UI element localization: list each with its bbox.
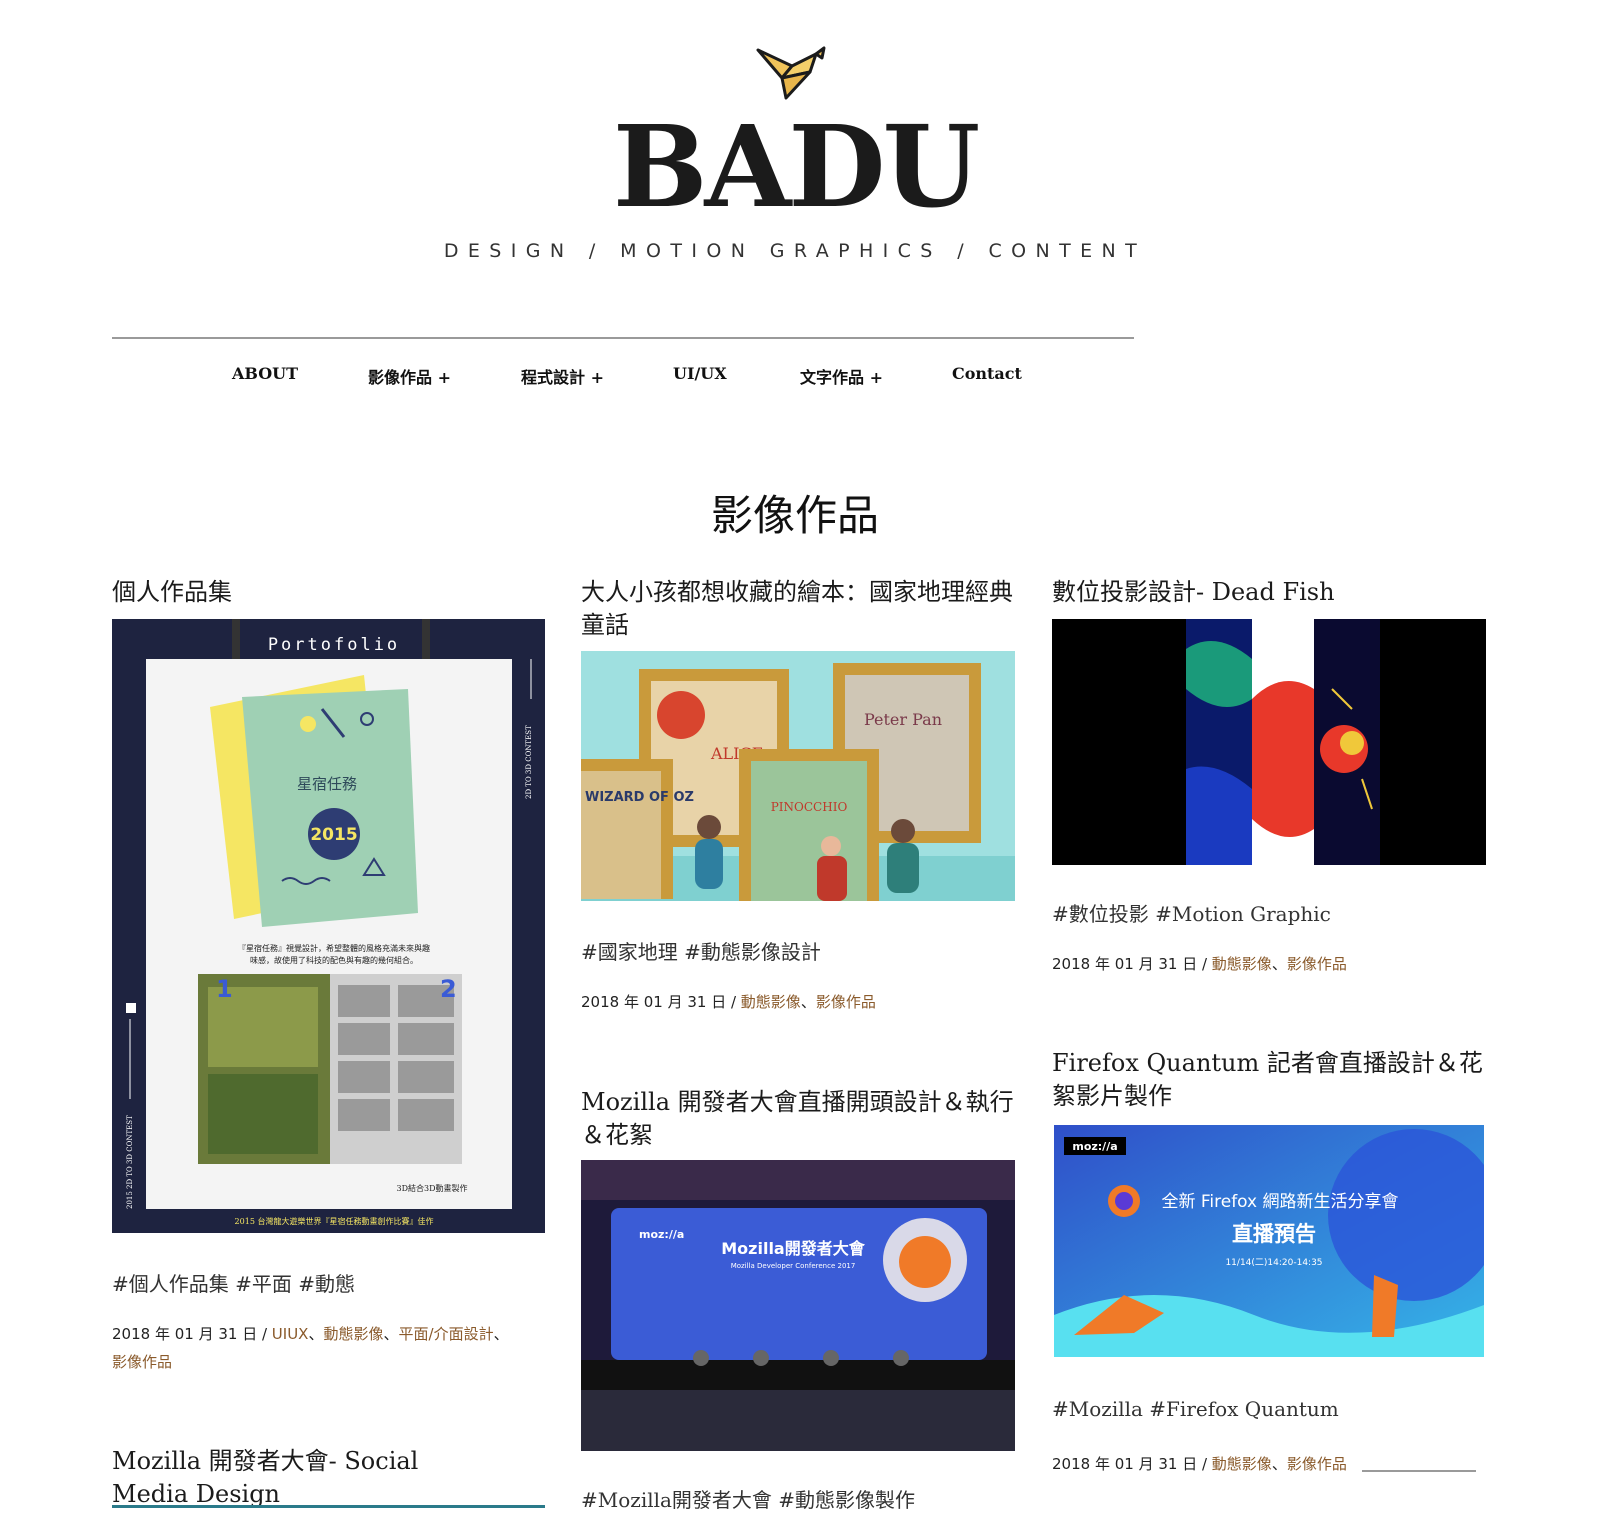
firefox-subheadline: 直播預告 [1232, 1222, 1316, 1246]
header-divider [112, 337, 1134, 339]
post-thumbnail-mozilla-devcon[interactable]: moz://a Mozilla開發者大會 Mozilla Developer C… [581, 1160, 1015, 1451]
category-link-video[interactable]: 影像作品 [1287, 955, 1347, 973]
book-peter-pan: Peter Pan [864, 710, 942, 729]
meta-separator: / [1197, 1455, 1212, 1473]
post-date: 2018 年 01 月 31 日 [581, 993, 727, 1011]
portfolio-caption-1: 『星宿任務』視覺設計，希望整體的風格充滿未來與趣 [238, 943, 430, 953]
site-brand[interactable]: BADU [0, 108, 1590, 228]
mozilla-brand: moz://a [1072, 1140, 1117, 1153]
category-link-video[interactable]: 影像作品 [816, 993, 876, 1011]
nav-contact[interactable]: Contact [952, 364, 1022, 383]
bird-logo-icon[interactable] [752, 44, 834, 102]
post-date: 2018 年 01 月 31 日 [1052, 1455, 1198, 1473]
spread-num-1: 1 [216, 975, 233, 1003]
post-meta: 2018 年 01 月 31 日 / 動態影像、影像作品 [1052, 1455, 1347, 1473]
portfolio-caption-3: 3D結合3D動畫製作 [396, 1183, 467, 1193]
divider [1362, 1470, 1476, 1472]
post-tags: #國家地理 #動態影像設計 [581, 940, 821, 964]
book-year: 2015 [310, 825, 357, 845]
category-link-motion[interactable]: 動態影像 [1212, 955, 1272, 973]
category-link-video[interactable]: 影像作品 [1287, 1455, 1347, 1473]
post-tags: #數位投影 #Motion Graphic [1052, 902, 1331, 926]
meta-separator: / [257, 1325, 272, 1343]
stage-title: Mozilla開發者大會 [721, 1239, 865, 1258]
post-thumbnail-portfolio[interactable]: Portofolio 星宿任務 2015 『星宿任務』視覺設計，希望整體的風格充… [112, 619, 545, 1233]
category-link-video[interactable]: 影像作品 [112, 1353, 172, 1371]
post-tags: #個人作品集 #平面 #動態 [112, 1272, 355, 1296]
post-meta: 2018 年 01 月 31 日 / 動態影像、影像作品 [1052, 955, 1347, 973]
meta-separator: / [1197, 955, 1212, 973]
post-title[interactable]: Firefox Quantum 記者會直播設計＆花絮影片製作 [1052, 1047, 1492, 1113]
portfolio-heading: Portofolio [268, 635, 400, 655]
post-title[interactable]: Mozilla 開發者大會- Social Media Design [112, 1445, 452, 1511]
post-date: 2018 年 01 月 31 日 [112, 1325, 258, 1343]
nav-about[interactable]: ABOUT [232, 364, 298, 383]
meta-separator: / [726, 993, 741, 1011]
post-title[interactable]: 大人小孩都想收藏的繪本：國家地理經典童話 [581, 576, 1021, 642]
book-title: 星宿任務 [297, 775, 357, 793]
book-pinocchio: PINOCCHIO [771, 800, 848, 814]
post-meta: 2018 年 01 月 31 日 / 動態影像、影像作品 [581, 993, 876, 1011]
nav-video-works[interactable]: 影像作品 + [368, 364, 451, 388]
stage-subtitle: Mozilla Developer Conference 2017 [731, 1262, 856, 1270]
mozilla-brand: moz://a [639, 1228, 684, 1241]
portfolio-side-text-left: 2015 2D TO 3D CONTEST [126, 1115, 134, 1209]
page-title: 影像作品 [710, 491, 879, 540]
post-tags: #Mozilla #Firefox Quantum [1052, 1397, 1339, 1421]
category-link-motion[interactable]: 動態影像 [741, 993, 801, 1011]
category-link-motion[interactable]: 動態影像 [1212, 1455, 1272, 1473]
nav-programming[interactable]: 程式設計 + [521, 364, 604, 388]
post-title[interactable]: 個人作品集 [112, 576, 542, 609]
post-thumbnail-dead-fish[interactable] [1052, 619, 1486, 865]
post-meta: 2018 年 01 月 31 日 / UIUX、動態影像、平面/介面設計、 影像作… [112, 1325, 509, 1371]
spread-num-2: 2 [440, 975, 457, 1003]
post-tags: #Mozilla開發者大會 #動態影像製作 [581, 1488, 916, 1512]
nav-uiux[interactable]: UI/UX [673, 364, 727, 383]
post-date: 2018 年 01 月 31 日 [1052, 955, 1198, 973]
firefox-headline: 全新 Firefox 網路新生活分享會 [1161, 1192, 1398, 1212]
post-title[interactable]: 數位投影設計- Dead Fish [1052, 576, 1482, 609]
post-title[interactable]: Mozilla 開發者大會直播開頭設計＆執行＆花絮 [581, 1086, 1021, 1152]
firefox-time: 11/14(二)14:20-14:35 [1225, 1258, 1322, 1268]
category-link-uiux[interactable]: UIUX [272, 1325, 309, 1343]
portfolio-side-text-right: 2D TO 3D CONTEST [525, 725, 533, 799]
post-thumbnail-firefox-quantum[interactable]: moz://a 全新 Firefox 網路新生活分享會 直播預告 11/14(二… [1054, 1125, 1484, 1357]
portfolio-caption-2: 味感，故使用了科技的配色與有趣的幾何組合。 [250, 955, 418, 965]
category-link-motion[interactable]: 動態影像 [323, 1325, 383, 1343]
category-link-graphic[interactable]: 平面/介面設計 [399, 1325, 494, 1343]
portfolio-footer: 2015 台灣龍大遊樂世界『星宿任務動畫創作比賽』佳作 [235, 1216, 434, 1226]
book-wizard-of-oz: WIZARD OF OZ [585, 790, 694, 805]
nav-writing[interactable]: 文字作品 + [800, 364, 883, 388]
post-thumbnail-national-geographic[interactable]: ALICE Peter Pan WIZARD OF OZ PINOCCHIO [581, 651, 1015, 901]
site-tagline: DESIGN / MOTION GRAPHICS / CONTENT [443, 240, 1147, 262]
